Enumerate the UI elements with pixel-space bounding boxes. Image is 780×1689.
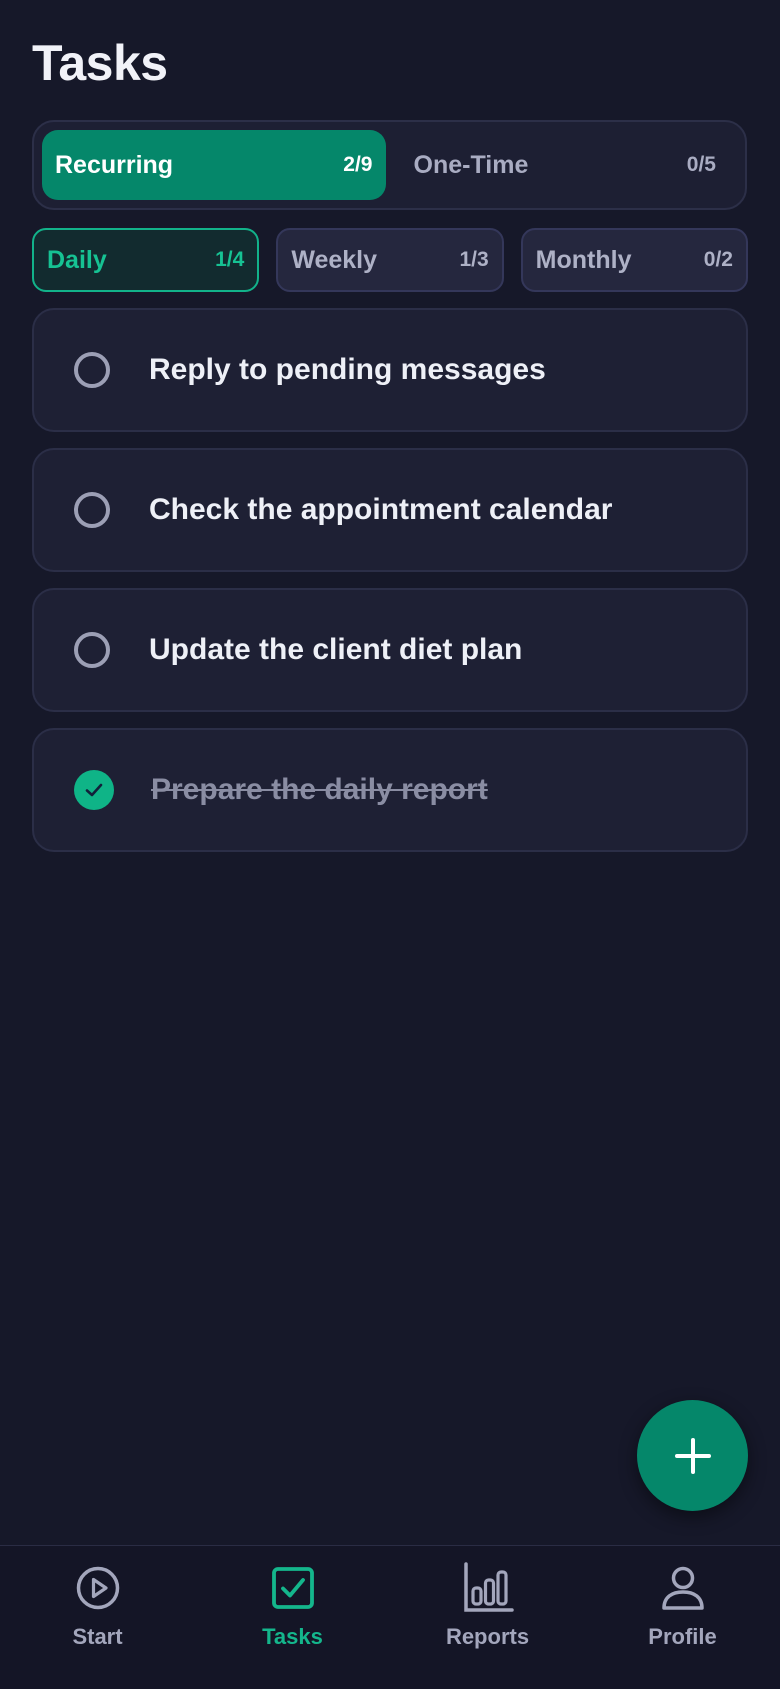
nav-tasks-label: Tasks [262,1624,323,1649]
chip-daily-count: 1/4 [215,248,245,271]
frequency-filter: Daily 1/4 Weekly 1/3 Monthly 0/2 [32,228,748,292]
task-text: Check the appointment calendar [149,493,613,526]
task-list: Reply to pending messages Check the appo… [32,308,748,868]
nav-start-label: Start [72,1624,123,1649]
bar-chart-icon [462,1562,514,1614]
chip-daily[interactable]: Daily 1/4 [32,228,260,292]
segment-one-time-label: One-Time [413,150,529,179]
task-checkbox-empty-icon[interactable] [74,492,110,528]
chip-weekly-label: Weekly [291,245,378,274]
segment-one-time-count: 0/5 [686,153,716,176]
task-card[interactable]: Update the client diet plan [32,588,748,712]
segment-recurring[interactable]: Recurring 2/9 [42,130,386,200]
chip-monthly[interactable]: Monthly 0/2 [520,228,748,292]
segment-recurring-label: Recurring [55,150,174,179]
segment-one-time[interactable]: One-Time 0/5 [394,130,738,200]
task-card[interactable]: Prepare the daily report [32,728,748,852]
task-card[interactable]: Reply to pending messages [32,308,748,432]
chip-daily-label: Daily [47,245,107,274]
task-text: Reply to pending messages [149,353,546,386]
task-checkbox-checked-icon[interactable] [74,770,114,810]
add-task-button[interactable] [637,1400,748,1511]
chip-monthly-label: Monthly [535,245,632,274]
task-checkbox-empty-icon[interactable] [74,632,110,668]
plus-icon [674,1437,711,1474]
nav-reports-label: Reports [445,1624,530,1649]
task-checkbox-empty-icon[interactable] [74,352,110,388]
task-text: Update the client diet plan [149,633,523,666]
task-card[interactable]: Check the appointment calendar [32,448,748,572]
bottom-navigation: Start Tasks Reports Profile [0,1545,780,1689]
nav-tasks[interactable]: Tasks [195,1546,390,1689]
segment-recurring-count: 2/9 [343,153,373,176]
task-type-segmented-control: Recurring 2/9 One-Time 0/5 [32,120,747,210]
nav-reports[interactable]: Reports [390,1546,585,1689]
user-icon [657,1562,709,1614]
chip-weekly-count: 1/3 [459,248,489,271]
checkbox-icon [267,1562,319,1614]
nav-profile-label: Profile [648,1624,717,1649]
chip-monthly-count: 0/2 [703,248,733,271]
play-circle-icon [72,1562,124,1614]
page-title: Tasks [32,35,168,91]
nav-start[interactable]: Start [0,1546,195,1689]
chip-weekly[interactable]: Weekly 1/3 [276,228,504,292]
checkmark-icon [85,783,103,797]
nav-profile[interactable]: Profile [585,1546,780,1689]
task-text: Prepare the daily report [151,773,488,806]
